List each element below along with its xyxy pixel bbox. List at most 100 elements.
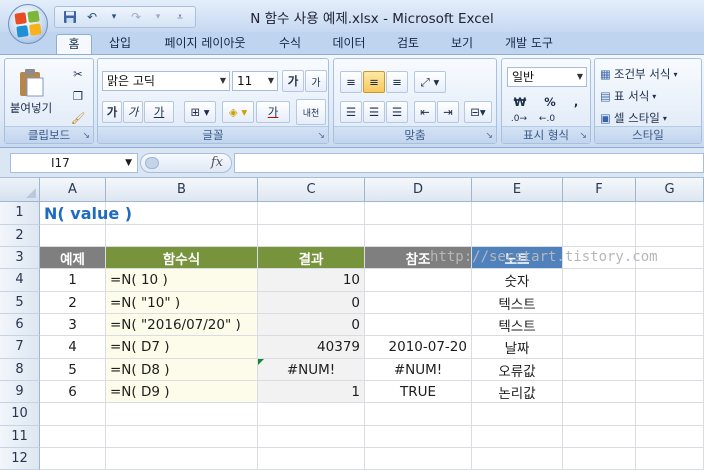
table-cell[interactable]: 4 [40, 336, 106, 359]
row-header-2[interactable]: 2 [0, 225, 40, 247]
grid-cell[interactable] [636, 448, 704, 470]
row-header-4[interactable]: 4 [0, 269, 40, 292]
row-header-10[interactable]: 10 [0, 403, 40, 426]
grid-cell[interactable] [636, 336, 704, 359]
grid-cell[interactable] [563, 403, 636, 426]
number-format-combo[interactable]: 일반 ▼ [507, 67, 587, 87]
merge-cells-icon[interactable]: ⊟▾ [464, 101, 492, 123]
bold-button[interactable]: 가 [102, 101, 122, 123]
grid-cell[interactable] [636, 202, 704, 225]
grid-cell[interactable] [40, 426, 106, 448]
grid-cell[interactable] [472, 225, 563, 247]
grid-cell[interactable] [40, 225, 106, 247]
tab-review[interactable]: 검토 [386, 34, 430, 54]
column-header-g[interactable]: G [636, 178, 704, 202]
column-header-d[interactable]: D [365, 178, 472, 202]
align-left-icon[interactable]: ☰ [340, 101, 362, 123]
grid-cell[interactable] [258, 225, 365, 247]
table-cell[interactable]: 5 [40, 359, 106, 381]
tab-view[interactable]: 보기 [440, 34, 484, 54]
table-cell[interactable]: #NUM! [365, 359, 472, 381]
row-header-5[interactable]: 5 [0, 292, 40, 314]
resize-grip-icon[interactable] [145, 157, 159, 169]
table-cell[interactable]: =N( D9 ) [106, 381, 258, 403]
grid-cell[interactable] [563, 448, 636, 470]
dialog-launcher-icon[interactable]: ↘ [579, 131, 587, 141]
worksheet-grid[interactable]: A B C D E F G 1 2 3 4 5 6 7 8 9 10 11 12 N( value ) 예제 함수식 결과 참… [0, 178, 704, 470]
table-cell[interactable]: 10 [258, 269, 365, 292]
column-header-f[interactable]: F [563, 178, 636, 202]
grid-cell[interactable] [472, 448, 563, 470]
grid-cell[interactable] [258, 426, 365, 448]
table-cell[interactable]: 2010-07-20 [365, 336, 472, 359]
grid-cell[interactable] [636, 359, 704, 381]
grid-cell[interactable] [563, 314, 636, 336]
column-header-a[interactable]: A [40, 178, 106, 202]
tab-formulas[interactable]: 수식 [268, 34, 312, 54]
grid-cell[interactable] [365, 225, 472, 247]
grid-cell[interactable] [563, 202, 636, 225]
grid-cell[interactable] [563, 359, 636, 381]
name-box[interactable]: I17 ▼ [10, 153, 138, 173]
tab-page-layout[interactable]: 페이지 레이아웃 [150, 34, 260, 54]
grid-cell[interactable] [563, 426, 636, 448]
table-cell[interactable]: #NUM! [258, 359, 365, 381]
borders-icon[interactable]: ⊞ ▾ [184, 101, 216, 123]
grid-cell[interactable] [563, 269, 636, 292]
table-cell[interactable]: 텍스트 [472, 292, 563, 314]
fill-color-icon[interactable]: ◈ ▾ [222, 101, 254, 123]
grid-cell[interactable] [636, 403, 704, 426]
tab-data[interactable]: 데이터 [322, 34, 376, 54]
font-name-combo[interactable]: 맑은 고딕 ▼ [102, 71, 230, 91]
align-middle-icon[interactable]: ≡ [363, 71, 385, 93]
align-top-icon[interactable]: ≡ [340, 71, 362, 93]
grid-cell[interactable] [636, 381, 704, 403]
table-cell[interactable]: 오류값 [472, 359, 563, 381]
table-cell[interactable] [365, 292, 472, 314]
table-cell[interactable]: =N( "2016/07/20" ) [106, 314, 258, 336]
grid-cell[interactable] [563, 225, 636, 247]
grid-cell[interactable] [636, 225, 704, 247]
grid-cell[interactable] [106, 426, 258, 448]
increase-indent-icon[interactable]: ⇥ [437, 101, 459, 123]
row-header-11[interactable]: 11 [0, 426, 40, 448]
italic-button[interactable]: 가 [123, 101, 143, 123]
currency-button[interactable]: ₩ [506, 91, 534, 113]
table-cell[interactable]: 논리값 [472, 381, 563, 403]
grid-cell[interactable] [365, 403, 472, 426]
table-cell[interactable]: 6 [40, 381, 106, 403]
row-header-12[interactable]: 12 [0, 448, 40, 470]
grid-cell[interactable] [365, 426, 472, 448]
table-cell[interactable]: TRUE [365, 381, 472, 403]
grid-cell[interactable] [563, 336, 636, 359]
grid-cell[interactable] [563, 381, 636, 403]
cut-icon[interactable]: ✂ [67, 63, 89, 85]
table-cell[interactable]: =N( 10 ) [106, 269, 258, 292]
row-header-3[interactable]: 3 [0, 247, 40, 269]
grid-cell[interactable] [365, 448, 472, 470]
grid-cell[interactable] [636, 269, 704, 292]
grid-cell[interactable] [40, 403, 106, 426]
column-header-e[interactable]: E [472, 178, 563, 202]
table-cell[interactable]: 숫자 [472, 269, 563, 292]
orientation-icon[interactable]: ⤢ ▾ [414, 71, 446, 93]
copy-icon[interactable]: ❐ [67, 85, 89, 107]
insert-function-icon[interactable]: fx [211, 155, 223, 170]
table-cell[interactable]: 1 [40, 269, 106, 292]
grid-cell[interactable] [106, 448, 258, 470]
dialog-launcher-icon[interactable]: ↘ [82, 131, 90, 141]
align-center-icon[interactable]: ☰ [363, 101, 385, 123]
grid-cell[interactable] [40, 448, 106, 470]
tab-developer[interactable]: 개발 도구 [494, 34, 564, 54]
formula-input[interactable] [234, 153, 704, 173]
table-cell[interactable]: =N( D7 ) [106, 336, 258, 359]
table-cell[interactable]: 2 [40, 292, 106, 314]
increase-decimal-icon[interactable]: .0→ [506, 111, 532, 127]
decrease-indent-icon[interactable]: ⇤ [414, 101, 436, 123]
phonetic-button[interactable]: 내천 [296, 99, 326, 125]
format-as-table-button[interactable]: ▤ 표 서식 ▾ [597, 85, 701, 107]
row-header-8[interactable]: 8 [0, 359, 40, 381]
grid-cell[interactable] [365, 202, 472, 225]
grid-cell[interactable] [472, 403, 563, 426]
grid-cell[interactable] [636, 314, 704, 336]
